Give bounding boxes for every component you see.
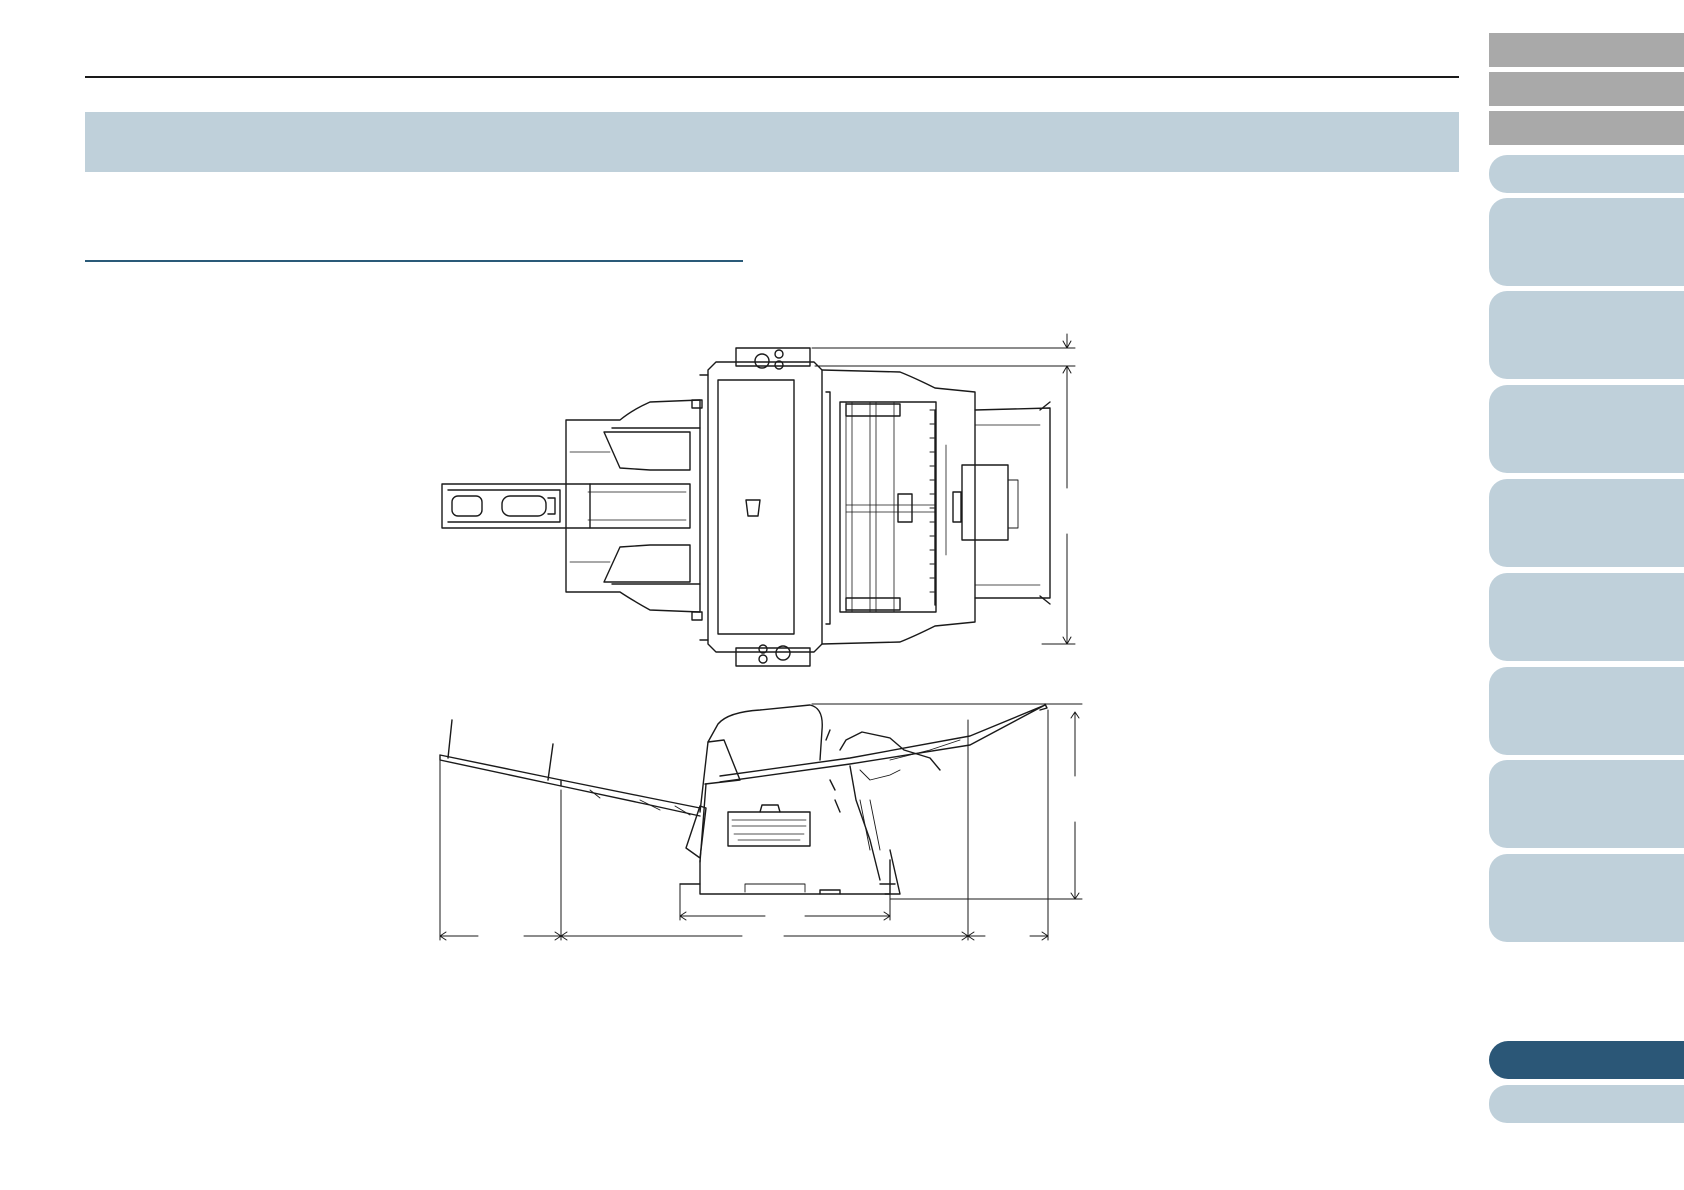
guide-scale xyxy=(929,409,935,593)
scanner-side-view xyxy=(439,703,1083,941)
scanner-dimension-drawings xyxy=(439,333,1083,941)
side-view-dimension-lines xyxy=(439,703,1083,941)
scanner-top-view xyxy=(441,333,1076,667)
